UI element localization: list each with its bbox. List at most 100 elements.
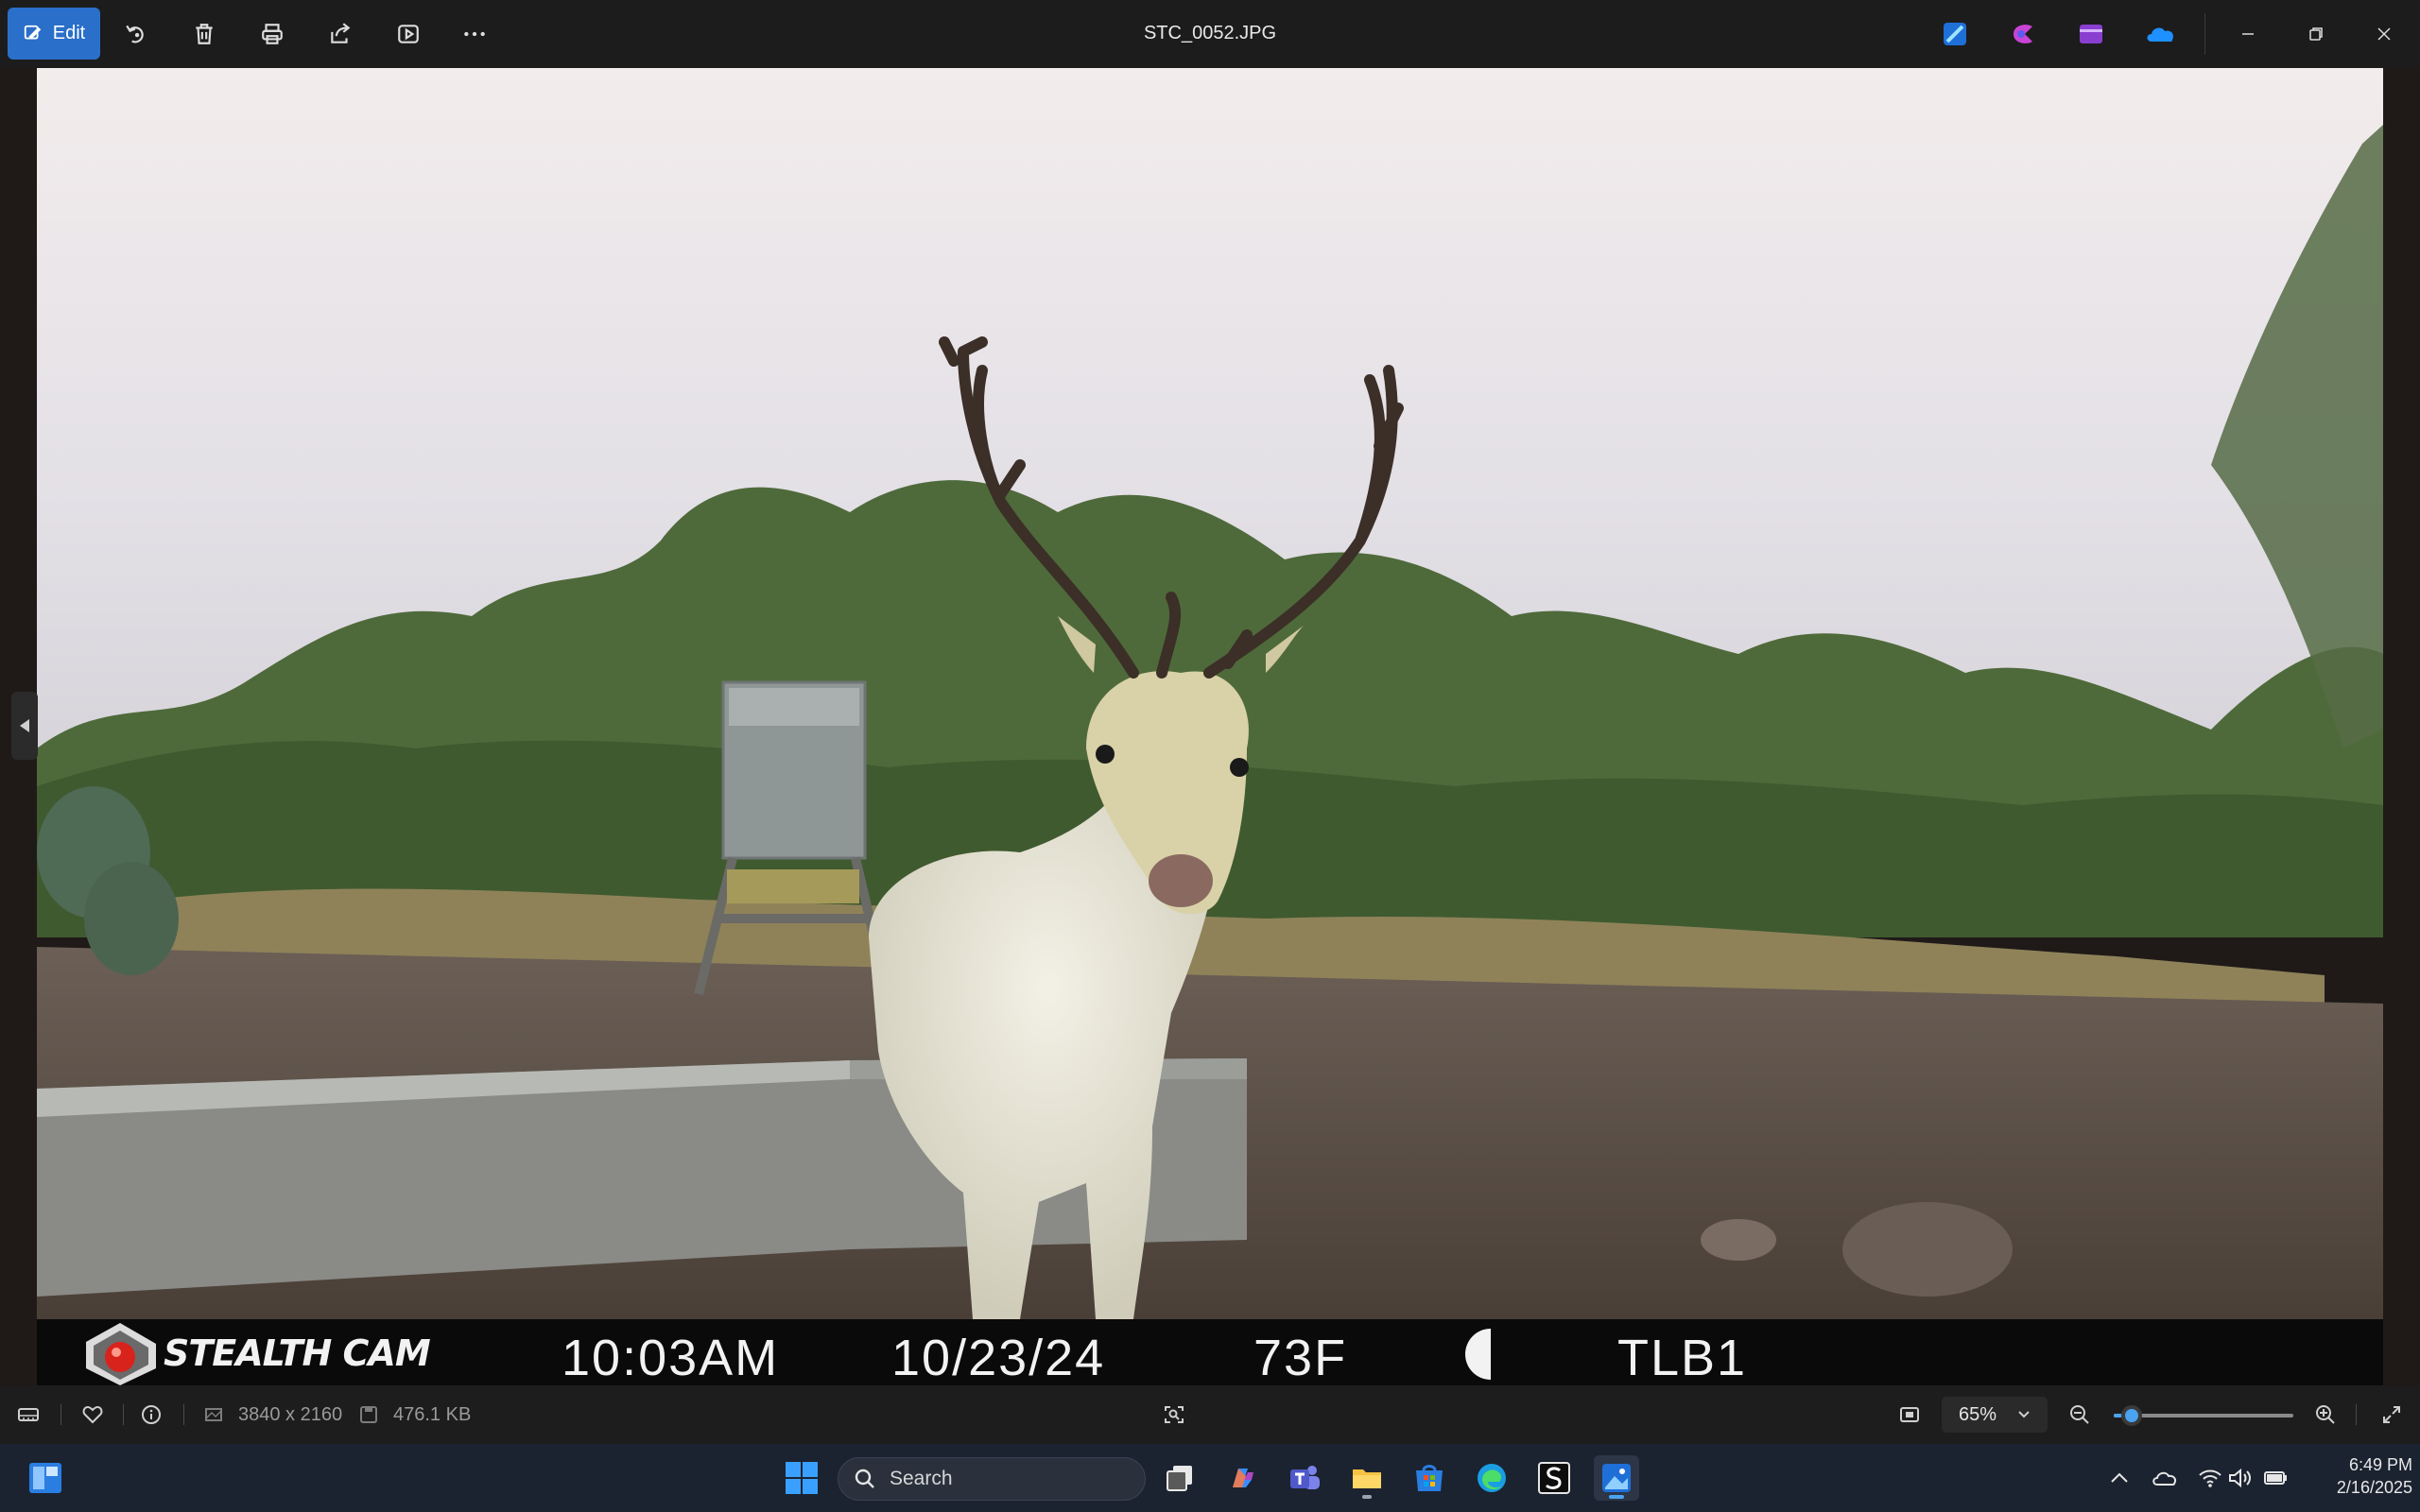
file-info-button[interactable]: [138, 1401, 164, 1428]
status-divider: [183, 1404, 184, 1425]
photo-editor-app-icon: [1944, 23, 1966, 45]
zoom-dropdown[interactable]: 65%: [1942, 1397, 2048, 1433]
delete-button[interactable]: [187, 17, 221, 51]
close-button[interactable]: [2367, 17, 2401, 51]
file-size: 476.1 KB: [393, 1404, 472, 1425]
taskbar-clock[interactable]: 6:49 PM 2/16/2025: [2303, 1453, 2412, 1499]
toolbar-divider: [2204, 13, 2205, 55]
trail-camera-photo: [37, 68, 2383, 1319]
zoom-out-icon: [2070, 1405, 2089, 1424]
stealth-app-button[interactable]: [1531, 1455, 1577, 1501]
taskbar-search[interactable]: Search: [838, 1457, 1146, 1501]
filmstrip-button[interactable]: [15, 1401, 42, 1428]
wifi-button[interactable]: [2197, 1465, 2223, 1491]
delete-icon: [196, 24, 213, 44]
print-icon: [262, 24, 283, 44]
video-editor-app-icon: [2080, 25, 2102, 43]
s-app-icon: [1538, 1462, 1570, 1494]
resolution-icon: [205, 1408, 222, 1421]
chevron-down-icon: [2018, 1411, 2030, 1418]
resolution-icon-wrapper: [200, 1401, 227, 1428]
minimize-button[interactable]: [2231, 17, 2265, 51]
favorite-button[interactable]: [79, 1401, 106, 1428]
photo-canvas[interactable]: STEALTH CAM 10:03AM 10/23/24 73F TLB1: [37, 68, 2383, 1385]
info-icon: [142, 1405, 161, 1424]
image-dimensions: 3840 x 2160: [238, 1404, 343, 1425]
status-divider: [2356, 1404, 2357, 1425]
windows-logo-icon: [786, 1462, 818, 1494]
more-button[interactable]: [458, 17, 492, 51]
status-divider: [60, 1404, 61, 1425]
image-viewer: STEALTH CAM 10:03AM 10/23/24 73F TLB1: [0, 68, 2420, 1385]
file-explorer-button[interactable]: [1344, 1455, 1390, 1501]
status-bar: 3840 x 2160 476.1 KB 65%: [0, 1385, 2420, 1444]
cloud-icon: [2152, 1471, 2177, 1486]
onedrive-tray-button[interactable]: [2152, 1465, 2178, 1491]
widgets-button[interactable]: [23, 1455, 68, 1501]
fit-view-icon: [1900, 1407, 1919, 1422]
camera-date: 10/23/24: [891, 1330, 1106, 1385]
onedrive-cloud-icon: [2147, 27, 2173, 42]
teams-button[interactable]: [1282, 1455, 1327, 1501]
clock-time: 6:49 PM: [2348, 1455, 2412, 1474]
camera-temperature: 73F: [1253, 1330, 1348, 1385]
restore-button[interactable]: [2299, 17, 2333, 51]
volume-button[interactable]: [2227, 1465, 2254, 1491]
share-icon: [331, 23, 351, 43]
zoom-in-icon: [2316, 1405, 2335, 1424]
video-editor-app-button[interactable]: [2076, 19, 2106, 49]
previous-image-button[interactable]: [11, 692, 38, 760]
battery-button[interactable]: [2263, 1465, 2290, 1491]
windows-taskbar: Search 6:49 PM 2/16/2025: [0, 1444, 2420, 1512]
camera-info-strip: STEALTH CAM 10:03AM 10/23/24 73F TLB1: [37, 1319, 2383, 1385]
teams-icon: [1290, 1466, 1320, 1489]
edge-icon: [1478, 1464, 1506, 1492]
visual-search-icon: [1165, 1406, 1184, 1423]
zoom-in-button[interactable]: [2312, 1401, 2339, 1428]
window-title: STC_0052.JPG: [1143, 23, 1277, 43]
search-placeholder: Search: [890, 1468, 953, 1489]
task-view-icon: [1167, 1466, 1192, 1491]
rotate-button[interactable]: [119, 17, 153, 51]
photos-app-button[interactable]: [1594, 1455, 1639, 1501]
file-size-icon-wrapper: [355, 1401, 382, 1428]
restore-icon: [2309, 27, 2323, 41]
start-button[interactable]: [779, 1455, 824, 1501]
camera-time: 10:03AM: [562, 1330, 780, 1385]
fullscreen-button[interactable]: [2378, 1401, 2405, 1428]
zoom-slider-thumb[interactable]: [2121, 1405, 2142, 1426]
edge-browser-button[interactable]: [1469, 1455, 1514, 1501]
onedrive-app-button[interactable]: [2144, 19, 2174, 49]
print-button[interactable]: [255, 17, 289, 51]
task-view-button[interactable]: [1157, 1455, 1202, 1501]
share-button[interactable]: [323, 17, 357, 51]
slideshow-button[interactable]: [391, 17, 425, 51]
edit-button[interactable]: Edit: [8, 8, 100, 60]
zoom-out-button[interactable]: [2066, 1401, 2093, 1428]
edit-icon: [24, 25, 42, 39]
clipchamp-app-button[interactable]: [2008, 19, 2038, 49]
moon-phase-icon: [1465, 1329, 1491, 1380]
slideshow-icon: [398, 25, 419, 43]
chevron-left-icon: [20, 719, 29, 732]
filmstrip-icon: [18, 1408, 39, 1421]
active-app-indicator: [1609, 1495, 1624, 1499]
volume-icon: [2229, 1468, 2251, 1488]
save-disk-icon: [360, 1406, 377, 1423]
copilot-button[interactable]: [1219, 1455, 1265, 1501]
stealth-cam-logo-icon: [86, 1323, 156, 1385]
photos-icon: [1602, 1464, 1631, 1492]
chevron-up-icon: [2111, 1472, 2128, 1483]
close-icon: [2377, 27, 2391, 41]
actual-size-button[interactable]: [1896, 1401, 1923, 1428]
visual-search-button[interactable]: [1161, 1401, 1187, 1428]
photo-editor-app-button[interactable]: [1940, 19, 1970, 49]
show-hidden-icons-button[interactable]: [2106, 1465, 2133, 1491]
widgets-icon: [29, 1463, 61, 1493]
expand-icon: [2383, 1406, 2400, 1423]
microsoft-store-button[interactable]: [1407, 1455, 1452, 1501]
edit-button-label: Edit: [52, 23, 86, 43]
copilot-icon: [1233, 1469, 1253, 1487]
camera-brand-text: STEALTH CAM: [164, 1332, 431, 1374]
title-bar: Edit STC_0052.JPG: [0, 0, 2420, 68]
